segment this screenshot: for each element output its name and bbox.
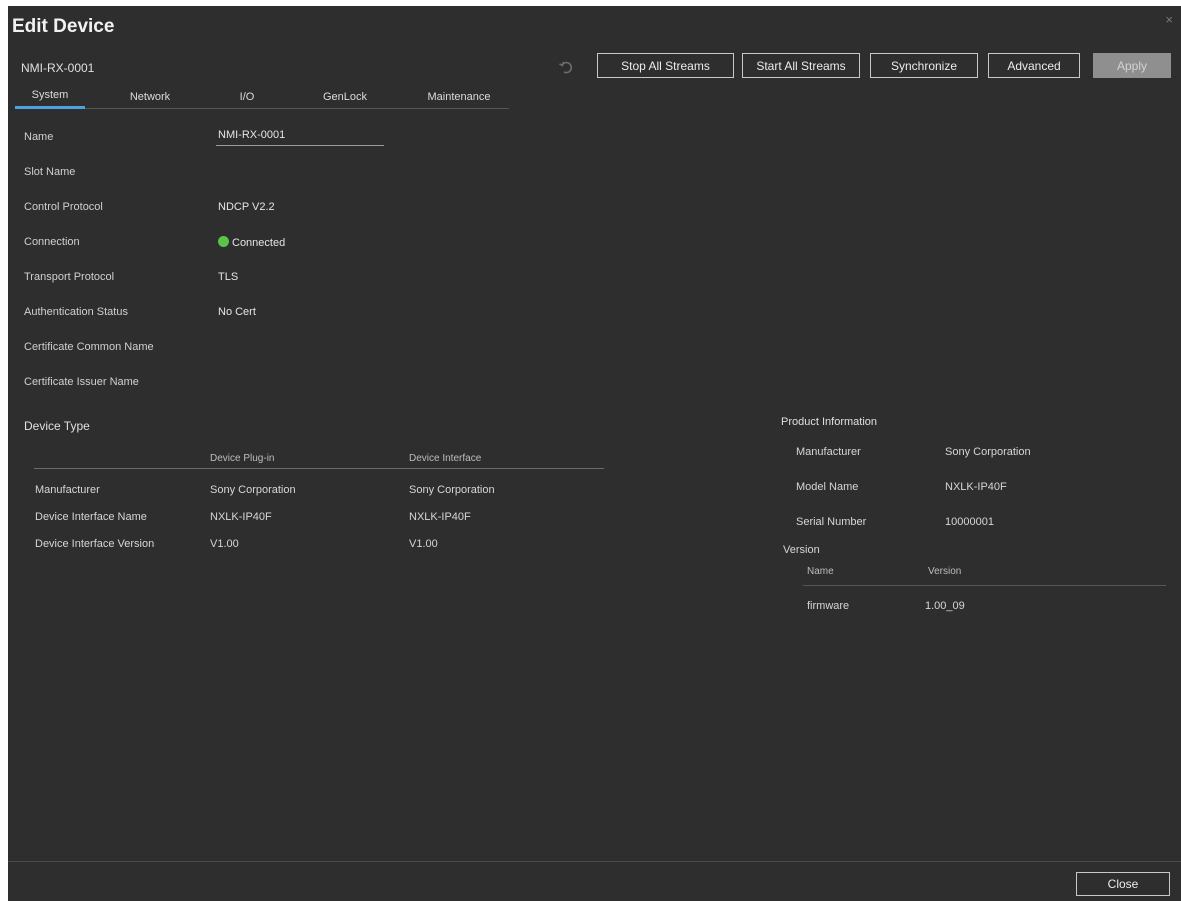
close-icon[interactable]: ×: [1165, 12, 1173, 27]
product-information-heading: Product Information: [781, 416, 877, 428]
connection-value: Connected: [232, 237, 286, 249]
product-manufacturer-value: Sony Corporation: [945, 446, 1031, 458]
tab-io[interactable]: I/O: [222, 84, 272, 109]
authentication-status-value: No Cert: [218, 306, 256, 318]
table-row-label: Device Interface Version: [35, 538, 155, 550]
table-row-label: Manufacturer: [35, 484, 100, 496]
connection-label: Connection: [24, 236, 80, 248]
table-cell: NXLK-IP40F: [409, 511, 471, 523]
footer-divider: [8, 861, 1181, 862]
apply-button[interactable]: Apply: [1093, 53, 1171, 78]
serial-number-value: 10000001: [945, 516, 994, 528]
tab-maintenance[interactable]: Maintenance: [413, 84, 505, 109]
version-label: Version: [783, 544, 820, 556]
edit-device-dialog: Edit Device × NMI-RX-0001 Stop All Strea…: [8, 6, 1181, 901]
status-dot-icon: [218, 236, 229, 247]
transport-protocol-value: TLS: [218, 271, 239, 283]
table-cell: Sony Corporation: [210, 484, 296, 496]
table-cell: NXLK-IP40F: [210, 511, 272, 523]
table-cell: Sony Corporation: [409, 484, 495, 496]
control-protocol-label: Control Protocol: [24, 201, 103, 213]
certificate-common-name-label: Certificate Common Name: [24, 341, 154, 353]
advanced-button[interactable]: Advanced: [988, 53, 1080, 78]
connection-status: Connected: [218, 236, 285, 249]
column-header-device-interface: Device Interface: [409, 453, 482, 464]
firmware-version: 1.00_09: [925, 600, 965, 612]
product-manufacturer-label: Manufacturer: [796, 446, 861, 458]
name-label: Name: [24, 131, 54, 143]
device-id-label: NMI-RX-0001: [21, 61, 95, 75]
dialog-title: Edit Device: [12, 16, 115, 37]
version-table-divider: [803, 585, 1166, 586]
tab-bar: System Network I/O GenLock Maintenance: [15, 84, 509, 109]
column-header-device-plugin: Device Plug-in: [210, 453, 275, 464]
start-all-streams-button[interactable]: Start All Streams: [742, 53, 860, 78]
device-type-heading: Device Type: [24, 419, 90, 433]
table-cell: V1.00: [210, 538, 239, 550]
control-protocol-value: NDCP V2.2: [218, 201, 275, 213]
slot-name-label: Slot Name: [24, 166, 76, 178]
stop-all-streams-button[interactable]: Stop All Streams: [597, 53, 734, 78]
model-name-value: NXLK-IP40F: [945, 481, 1007, 493]
tab-network[interactable]: Network: [115, 84, 185, 109]
table-cell: V1.00: [409, 538, 438, 550]
certificate-issuer-name-label: Certificate Issuer Name: [24, 376, 139, 388]
name-input[interactable]: [216, 124, 384, 146]
close-button[interactable]: Close: [1076, 872, 1170, 896]
undo-icon[interactable]: [558, 59, 574, 79]
firmware-name: firmware: [807, 600, 850, 612]
transport-protocol-label: Transport Protocol: [24, 271, 115, 283]
column-header-version: Version: [928, 566, 962, 577]
synchronize-button[interactable]: Synchronize: [870, 53, 978, 78]
column-header-name: Name: [807, 566, 834, 577]
table-divider: [34, 468, 604, 469]
tab-system[interactable]: System: [15, 84, 85, 109]
model-name-label: Model Name: [796, 481, 859, 493]
serial-number-label: Serial Number: [796, 516, 867, 528]
tab-genlock[interactable]: GenLock: [315, 84, 375, 109]
authentication-status-label: Authentication Status: [24, 306, 128, 318]
table-row-label: Device Interface Name: [35, 511, 147, 523]
